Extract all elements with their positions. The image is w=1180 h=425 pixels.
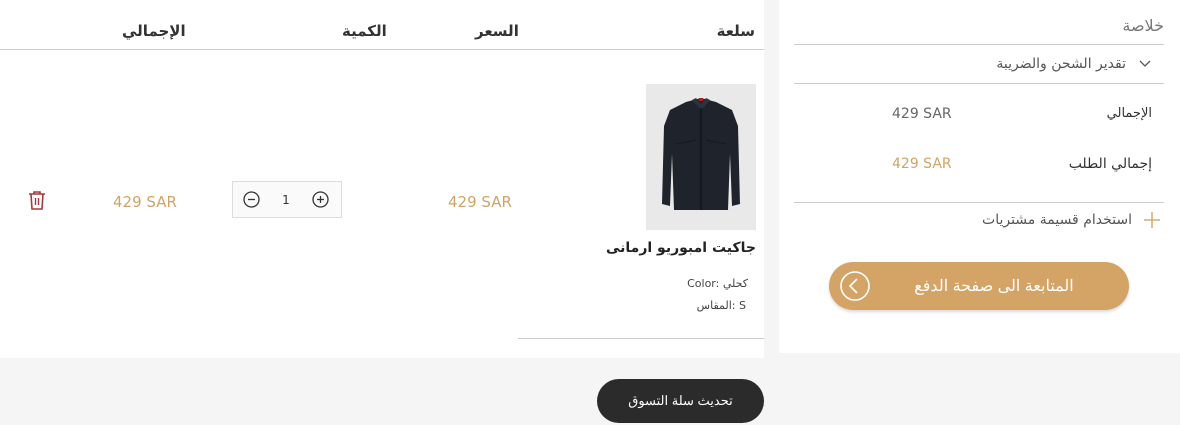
order-total-value: 429 SAR (892, 156, 952, 172)
header-item: سلعة (716, 22, 755, 40)
summary-divider (794, 83, 1164, 84)
option-value: كحلي (722, 277, 748, 290)
header-price: السعر (475, 22, 519, 40)
plus-icon (1144, 212, 1160, 228)
line-total: 429 SAR (113, 193, 177, 211)
product-option-size: المقاس: S (697, 299, 756, 312)
header-quantity: الكمية (342, 22, 387, 40)
product-name[interactable]: جاكيت امبوريو ارمانى (606, 240, 756, 256)
header-divider (0, 49, 764, 50)
subtotal-label: الإجمالي (1106, 106, 1152, 121)
product-option-color: Color: كحلي (687, 277, 756, 290)
quantity-stepper[interactable]: 1 (232, 181, 342, 218)
summary-divider (794, 44, 1164, 45)
product-divider (518, 338, 764, 339)
summary-divider (794, 202, 1164, 203)
header-total: الإجمالي (122, 22, 186, 40)
checkout-button-label: المتابعة الى صفحة الدفع (914, 278, 1074, 295)
order-summary: خلاصة تقدير الشحن والضريبة الإجمالي 429 … (779, 0, 1180, 353)
checkout-button[interactable]: المتابعة الى صفحة الدفع (829, 262, 1129, 310)
chevron-left-circle-icon (840, 271, 870, 301)
order-total-label: إجمالي الطلب (1068, 156, 1152, 172)
coupon-toggle[interactable]: استخدام قسيمة مشتريات (982, 212, 1160, 228)
shipping-estimate-toggle[interactable]: تقدير الشحن والضريبة (996, 56, 1154, 72)
coupon-label: استخدام قسيمة مشتريات (982, 212, 1132, 228)
option-label: Color: (687, 277, 720, 290)
minus-icon[interactable] (243, 191, 260, 208)
trash-icon[interactable] (28, 190, 46, 210)
shipping-estimate-label: تقدير الشحن والضريبة (996, 56, 1126, 72)
quantity-value[interactable]: 1 (282, 193, 290, 207)
option-value: S (739, 299, 746, 312)
product-price: 429 SAR (448, 193, 512, 211)
cart-table: سلعة السعر الكمية الإجمالي جاكيت امبوريو… (0, 0, 764, 358)
chevron-down-icon (1139, 60, 1151, 67)
product-image[interactable] (646, 84, 756, 230)
jacket-image (646, 84, 756, 230)
update-cart-button[interactable]: تحديث سلة التسوق (597, 379, 764, 423)
plus-icon[interactable] (312, 191, 329, 208)
subtotal-value: 429 SAR (892, 106, 952, 122)
option-label: المقاس: (696, 299, 736, 312)
summary-title: خلاصة (1122, 16, 1164, 35)
